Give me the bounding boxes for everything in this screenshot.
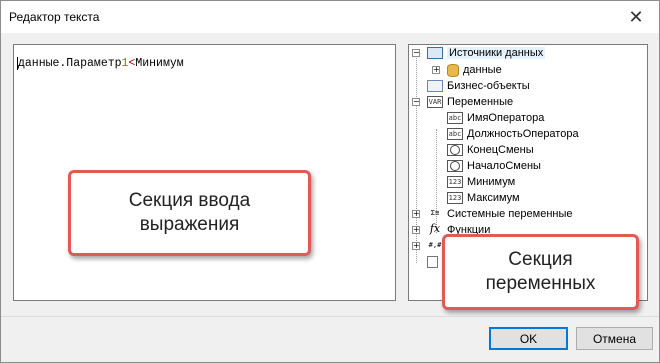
system-variables-icon: Σ≡ bbox=[430, 209, 440, 217]
tree-node-system-variables[interactable]: Σ≡ Системные переменные bbox=[427, 206, 573, 222]
expand-toggle[interactable]: + bbox=[412, 226, 420, 234]
clock-icon bbox=[447, 160, 463, 172]
number-variable-icon: 123 bbox=[447, 192, 463, 204]
tree-node-variable[interactable]: НачалоСмены bbox=[447, 158, 541, 174]
expression-text[interactable]: данные.Параметр1<Минимум bbox=[17, 57, 184, 70]
format-icon: #,# bbox=[428, 241, 442, 249]
ok-button[interactable]: OK bbox=[489, 327, 568, 350]
divider bbox=[1, 316, 659, 317]
tree-node-format[interactable]: #,# bbox=[427, 238, 443, 254]
tree-node-variable[interactable]: abc ИмяОператора bbox=[447, 110, 544, 126]
tree-node-business-objects[interactable]: Бизнес-объекты bbox=[427, 78, 530, 94]
tree-node-variable[interactable]: abc ДолжностьОператора bbox=[447, 126, 579, 142]
cancel-button[interactable]: Отмена bbox=[576, 327, 653, 350]
expand-toggle[interactable]: + bbox=[412, 210, 420, 218]
expand-toggle[interactable]: + bbox=[412, 242, 420, 250]
dialog-body: данные.Параметр1<Минимум − Источники дан… bbox=[1, 33, 659, 362]
callout-variables-section: Секция переменных bbox=[442, 234, 639, 310]
clock-icon bbox=[447, 144, 463, 156]
database-icon bbox=[447, 63, 459, 77]
expand-toggle[interactable]: + bbox=[432, 66, 440, 74]
close-icon: ✕ bbox=[628, 6, 644, 27]
tree-node-variable[interactable]: 123 Минимум bbox=[447, 174, 515, 190]
tree-node-variable[interactable]: 123 Максимум bbox=[447, 190, 520, 206]
callout-expression-section: Секция ввода выражения bbox=[68, 170, 311, 256]
function-icon: fx bbox=[429, 222, 441, 235]
collapse-toggle[interactable]: − bbox=[412, 49, 420, 57]
tree-node-variables[interactable]: VAR Переменные bbox=[427, 94, 513, 110]
business-object-icon bbox=[427, 80, 443, 92]
expression-prefix: данные.Параметр bbox=[18, 57, 122, 70]
window-title: Редактор текста bbox=[9, 10, 100, 24]
tree-node-data-sources[interactable]: Источники данных bbox=[427, 45, 546, 61]
resource-icon bbox=[427, 256, 438, 268]
close-button[interactable]: ✕ bbox=[613, 1, 659, 33]
number-variable-icon: 123 bbox=[447, 176, 463, 188]
var-icon: VAR bbox=[427, 96, 443, 108]
expression-suffix: Минимум bbox=[135, 57, 184, 70]
tree-node-data[interactable]: данные bbox=[447, 62, 502, 78]
tree-node-variable[interactable]: КонецСмены bbox=[447, 142, 534, 158]
collapse-toggle[interactable]: − bbox=[412, 98, 420, 106]
table-icon bbox=[427, 47, 443, 59]
title-bar: Редактор текста ✕ bbox=[1, 1, 659, 33]
text-editor-dialog: Редактор текста ✕ данные.Параметр1<Миним… bbox=[0, 0, 660, 363]
string-variable-icon: abc bbox=[447, 128, 463, 140]
string-variable-icon: abc bbox=[447, 112, 463, 124]
tree-node-resource[interactable] bbox=[427, 254, 438, 270]
